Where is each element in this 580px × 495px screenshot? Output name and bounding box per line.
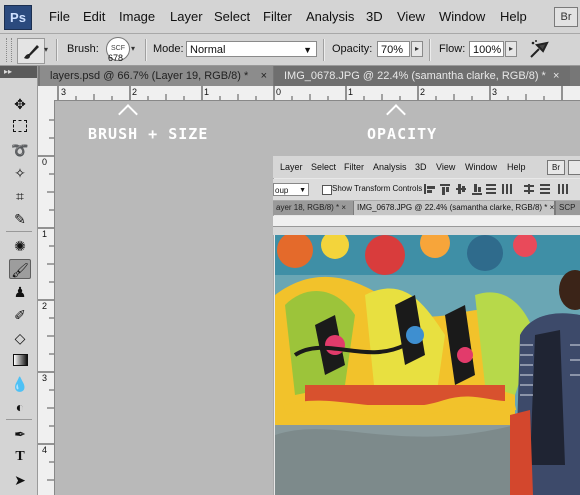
flow-input[interactable]: 100% — [469, 41, 504, 57]
brush-label: Brush: — [67, 43, 99, 55]
menu-filter[interactable]: Filter — [263, 9, 292, 24]
flow-value: 100% — [473, 44, 502, 56]
brush-icon[interactable]: 🖌 — [9, 259, 31, 279]
inner-menu-3d[interactable]: 3D — [415, 162, 427, 172]
pen-icon[interactable]: ✒ — [9, 424, 31, 444]
inner-menu-select[interactable]: Select — [311, 162, 336, 172]
close-icon[interactable]: × — [341, 203, 346, 212]
opacity-input[interactable]: 70% — [377, 41, 410, 57]
separator — [6, 231, 32, 232]
graffiti-photo[interactable] — [275, 235, 580, 495]
inner-menu-view[interactable]: View — [436, 162, 455, 172]
inner-canvas-margin — [273, 227, 580, 235]
menu-layer[interactable]: Layer — [170, 9, 203, 24]
tab-label: layers.psd @ 66.7% (Layer 19, RGB/8) * — [50, 70, 249, 82]
inner-show-transform-checkbox[interactable] — [322, 185, 332, 195]
brush-size: 678 — [108, 53, 124, 63]
lasso-icon[interactable]: ➰ — [9, 140, 31, 160]
inner-tab-label: IMG_0678.JPG @ 22.4% (samantha clarke, R… — [357, 203, 548, 212]
type-icon[interactable]: T — [9, 447, 31, 467]
brush-icon — [24, 45, 39, 59]
mode-value: Normal — [190, 44, 226, 56]
eraser-icon[interactable]: ◇ — [9, 328, 31, 348]
crop-icon[interactable]: ⌗ — [9, 186, 31, 206]
marquee-icon[interactable] — [9, 117, 31, 137]
opacity-value: 70% — [381, 44, 404, 56]
photoshop-logo: Ps — [4, 5, 32, 30]
chevron-down-icon: ▼ — [299, 187, 306, 194]
menu-view[interactable]: View — [397, 9, 425, 24]
spot-heal-icon[interactable]: ✺ — [9, 236, 31, 256]
close-icon[interactable]: × — [261, 66, 267, 86]
magic-wand-icon[interactable]: ✧ — [9, 163, 31, 183]
inner-menu-filter[interactable]: Filter — [344, 162, 364, 172]
separator — [56, 39, 58, 61]
path-select-icon[interactable]: ➤ — [9, 470, 31, 490]
blur-icon[interactable]: 💧 — [9, 374, 31, 394]
menu-select[interactable]: Select — [214, 9, 250, 24]
tab-img-0678[interactable]: IMG_0678.JPG @ 22.4% (samantha clarke, R… — [274, 66, 570, 86]
separator — [323, 39, 325, 61]
inner-tab-label: ayer 18, RGB/8) * — [276, 203, 340, 212]
inner-menu-layer[interactable]: Layer — [280, 162, 303, 172]
inner-workspace-button[interactable] — [568, 160, 580, 175]
mode-select[interactable]: Normal ▼ — [186, 41, 317, 57]
clone-stamp-icon[interactable]: ♟ — [9, 282, 31, 302]
inner-menu-window[interactable]: Window — [465, 162, 497, 172]
opacity-label: Opacity: — [332, 43, 373, 55]
separator — [429, 39, 431, 61]
airbrush-icon — [530, 40, 549, 58]
annotation-brush-size: BRUSH + SIZE — [88, 125, 209, 143]
bridge-button[interactable]: Br — [554, 7, 578, 27]
menu-help[interactable]: Help — [500, 9, 527, 24]
ruler-ticks-vertical — [38, 119, 54, 481]
options-grip[interactable] — [6, 38, 12, 62]
brush-preview-text: SCF — [111, 45, 125, 52]
menu-file[interactable]: File — [49, 9, 70, 24]
eyedropper-icon[interactable]: ✎ — [9, 209, 31, 229]
airbrush-toggle[interactable] — [527, 37, 551, 61]
menu-image[interactable]: Image — [119, 9, 155, 24]
history-brush-icon[interactable]: ✐ — [9, 305, 31, 325]
flow-label: Flow: — [439, 43, 466, 55]
close-icon[interactable]: × — [550, 203, 554, 212]
inner-tab-label: SCP — [559, 203, 576, 212]
menu-edit[interactable]: Edit — [83, 9, 105, 24]
annotation-opacity: OPACITY — [367, 125, 438, 143]
inner-ruler — [273, 216, 580, 227]
flow-slider-arrow-icon[interactable]: ▸ — [505, 41, 517, 57]
inner-tab-scp[interactable]: SCP — [556, 201, 580, 215]
inner-tab-layers[interactable]: ayer 18, RGB/8) * × — [273, 201, 353, 215]
separator — [6, 419, 32, 420]
ruler-ticks — [57, 86, 563, 100]
inner-align-icons[interactable] — [420, 181, 580, 197]
menu-3d[interactable]: 3D — [366, 9, 383, 24]
tab-label: IMG_0678.JPG @ 22.4% (samantha clarke, R… — [284, 70, 546, 82]
opacity-slider-arrow-icon[interactable]: ▸ — [411, 41, 423, 57]
inner-field-value: oup — [275, 186, 289, 195]
inner-auto-select-field[interactable]: oup ▼ — [273, 183, 309, 196]
move-icon[interactable]: ✥ — [9, 94, 31, 114]
chevron-down-icon: ▼ — [303, 45, 312, 55]
tab-layers-psd[interactable]: layers.psd @ 66.7% (Layer 19, RGB/8) * × — [40, 66, 273, 86]
menu-window[interactable]: Window — [439, 9, 485, 24]
graffiti-image — [275, 235, 580, 495]
mode-label: Mode: — [153, 43, 184, 55]
inner-tab-img-0678[interactable]: IMG_0678.JPG @ 22.4% (samantha clarke, R… — [354, 201, 554, 215]
dodge-icon[interactable]: ◐ — [9, 397, 31, 417]
menu-analysis[interactable]: Analysis — [306, 9, 354, 24]
inner-menu-analysis[interactable]: Analysis — [373, 162, 407, 172]
inner-bridge-button[interactable]: Br — [547, 160, 565, 175]
tool-preset-picker[interactable] — [17, 38, 45, 64]
inner-show-transform-label: Show Transform Controls — [332, 184, 423, 193]
close-icon[interactable]: × — [553, 66, 559, 86]
brush-picker-arrow-icon[interactable]: ▾ — [131, 44, 135, 53]
toolbox-collapse-button[interactable]: ▸▸ — [0, 66, 37, 78]
gradient-icon[interactable] — [9, 351, 31, 371]
separator — [145, 39, 147, 61]
inner-menu-help[interactable]: Help — [507, 162, 526, 172]
chevron-down-icon[interactable]: ▾ — [44, 45, 48, 54]
